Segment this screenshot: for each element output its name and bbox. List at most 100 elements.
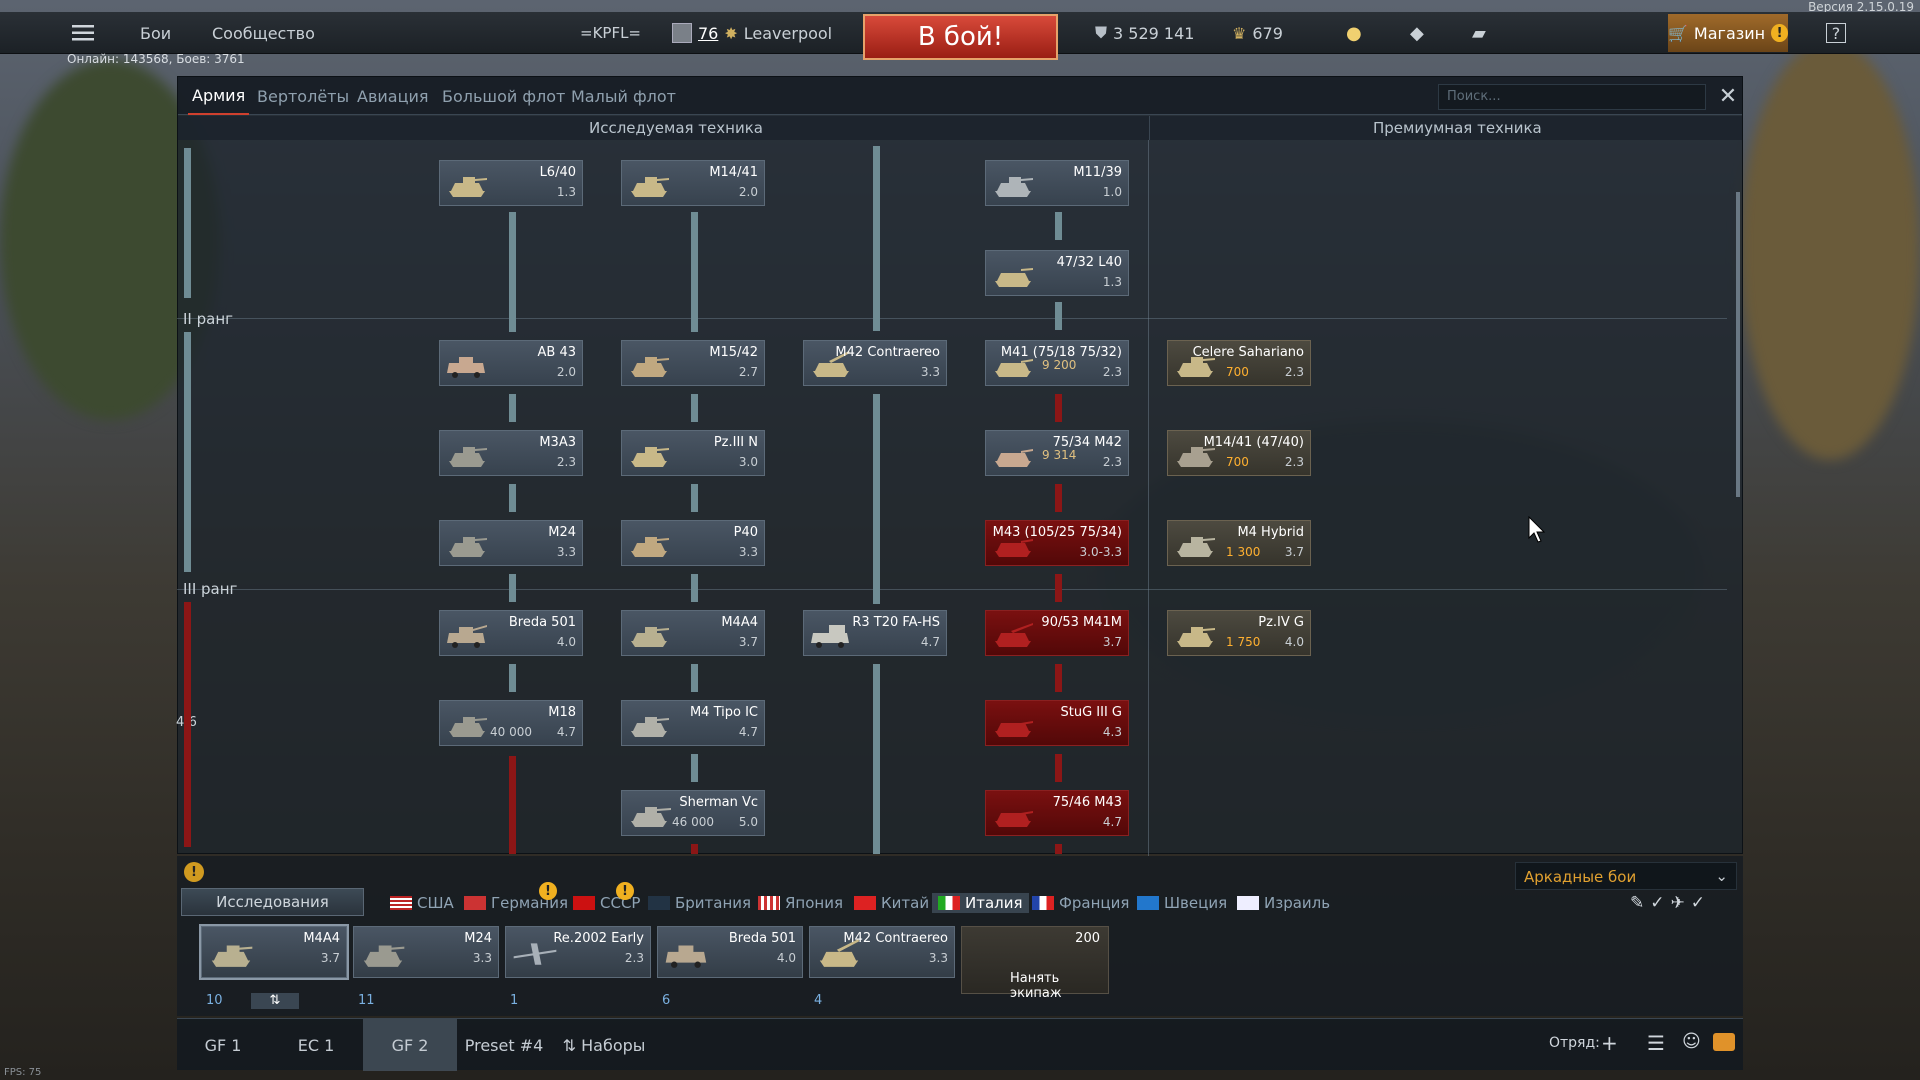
mail-icon[interactable] [1713,1033,1735,1051]
contacts-icon[interactable]: ☺ [1682,1031,1701,1052]
gold-balance[interactable]: ♛ 679 [1232,12,1283,54]
vehicle-card-m24[interactable]: M24 3.3 [439,520,583,566]
silver-balance[interactable]: ⛊ 3 529 141 [1095,12,1194,54]
contracts-icon[interactable]: ◆ [1410,12,1424,54]
vehicle-card-sherman-vc[interactable]: Sherman Vc 46 000 5.0 [621,790,765,836]
vehicle-card-m4a4[interactable]: M4A4 3.7 [621,610,765,656]
vehicle-card-m4-tipo-ic[interactable]: M4 Tipo IC 4.7 [621,700,765,746]
spg-icon [995,811,1033,827]
tab-coastal-fleet[interactable]: Малый флот [571,77,676,115]
nation-tab-britain[interactable]: Британия [648,893,751,913]
menu-battles[interactable]: Бои [140,12,171,54]
nation-tab-japan[interactable]: Япония [758,893,843,913]
online-status: Онлайн: 143568, Боев: 3761 [67,52,245,66]
rank-divider [177,589,1727,590]
menu-icon[interactable] [72,12,94,54]
tank-icon [1177,627,1215,647]
nation-tab-france[interactable]: Франция [1032,893,1129,913]
coupon-icon[interactable]: ▰ [1472,12,1486,54]
vehicle-card-47-32-l40[interactable]: 47/32 L40 1.3 [985,250,1129,296]
tab-bluewater-fleet[interactable]: Большой флот [442,77,565,115]
vehicle-card-m3a3[interactable]: M3A3 2.3 [439,430,583,476]
nation-tab-sweden[interactable]: Швеция [1137,893,1227,913]
vehicle-card-m43[interactable]: M43 (105/25 75/34) 3.0-3.3 [985,520,1129,566]
lightbulb-icon[interactable]: ● [1346,12,1362,54]
vehicle-card-breda-501[interactable]: Breda 501 4.0 [439,610,583,656]
player-profile[interactable]: 76 ✸ Leaverpool [672,12,832,54]
vehicle-card-75-34-m42[interactable]: 75/34 M42 9 314 2.3 [985,430,1129,476]
menu-community[interactable]: Сообщество [212,12,315,54]
presets-menu[interactable]: ⇅ Наборы [557,1019,651,1071]
premium-card-pz-iv-g[interactable]: Pz.IV G1 750 4.0 [1167,610,1311,656]
list-icon[interactable]: ☰ [1647,1031,1665,1055]
research-label: Исследования [216,893,329,911]
shop-button[interactable]: 🛒 Магазин! [1668,14,1788,52]
silver-lion-icon: ⛊ [1095,23,1108,42]
tab-army[interactable]: Армия [188,77,250,115]
search-input[interactable]: Поиск... [1438,84,1706,110]
nation-tab-italy[interactable]: Италия [932,893,1029,913]
vehicle-card-m15-42[interactable]: M15/42 2.7 [621,340,765,386]
armored-car-icon [447,357,485,378]
crew-slot[interactable]: M24 3.3 [353,926,499,978]
rank-progress-bar [184,332,191,572]
vehicle-card-m18[interactable]: M18 40 000 4.7 [439,700,583,746]
nation-tab-usa[interactable]: США [390,893,454,913]
china-flag-icon [854,896,876,910]
swap-icon[interactable]: ⇅ [251,993,299,1009]
preset-tab[interactable]: EC 1 [269,1019,363,1071]
tab-helicopters[interactable]: Вертолёты [257,77,349,115]
repair-settings-icons[interactable]: ✎✓✈✓ [1630,893,1711,913]
section-header: Исследуемая техника Премиумная техника [178,116,1742,140]
vehicle-card-p40[interactable]: P40 3.3 [621,520,765,566]
avatar [672,23,692,43]
vehicle-card-ab-43[interactable]: AB 43 2.0 [439,340,583,386]
hire-crew-slot[interactable]: 200 Нанять экипаж [961,926,1109,1001]
tab-aviation[interactable]: Авиация [357,77,429,115]
game-mode-select[interactable]: Аркадные бои ⌄ [1515,862,1737,890]
vehicle-card-m42-contraereo[interactable]: M42 Contraereo 3.3 [803,340,947,386]
connector [509,664,516,692]
crew-slot[interactable]: Re.2002 Early 2.3 [505,926,651,978]
vehicle-card-m14-41[interactable]: M14/41 2.0 [621,160,765,206]
to-battle-button[interactable]: В бой! [863,14,1058,60]
tank-icon [631,357,669,377]
squadron-tag[interactable]: =KPFL= [580,12,641,54]
preset-tab[interactable]: Preset #4 [457,1019,551,1071]
preset-bar: GF 1 EC 1 GF 2 Preset #4 ⇅ Наборы Отряд:… [177,1018,1743,1071]
connector [509,394,516,422]
nation-tab-china[interactable]: Китай [854,893,929,913]
crew-slot[interactable]: M42 Contraereo 3.3 [809,926,955,978]
scrollbar[interactable] [1736,192,1740,497]
golden-eagle-icon: ♛ [1232,23,1247,43]
spg-icon [995,623,1033,647]
close-icon[interactable]: ✕ [1715,83,1741,109]
vehicle-card-m41[interactable]: M41 (75/18 75/32) 9 200 2.3 [985,340,1129,386]
help-icon[interactable]: ? [1826,23,1846,43]
vehicle-type-tabs: Армия Вертолёты Авиация Большой флот Мал… [178,77,1742,115]
spg-icon [995,449,1033,467]
vehicle-card-l6-40[interactable]: L6/40 1.3 [439,160,583,206]
preset-tab[interactable]: GF 1 [177,1019,269,1071]
premium-card-m4-hybrid[interactable]: M4 Hybrid 1 300 3.7 [1167,520,1311,566]
crew-slot[interactable]: Breda 501 4.0 [657,926,803,978]
vehicle-card-stug-iii-g[interactable]: StuG III G 4.3 [985,700,1129,746]
nation-tab-israel[interactable]: Израиль [1237,893,1330,913]
vehicle-card-75-46-m43[interactable]: 75/46 M43 4.7 [985,790,1129,836]
add-squad-icon[interactable]: + [1601,1031,1618,1055]
vehicle-card-r3-t20-fa-hs[interactable]: R3 T20 FA-HS 4.7 [803,610,947,656]
premium-card-m14-41-47-40[interactable]: M14/41 (47/40) 700 2.3 [1167,430,1311,476]
plane-icon [513,943,557,965]
premium-card-celere-sahariano[interactable]: Celere Sahariano 700 2.3 [1167,340,1311,386]
vehicle-card-90-53-m41m[interactable]: 90/53 M41M 3.7 [985,610,1129,656]
rank-progress-bar [184,602,191,847]
rank-progress-bar [184,148,191,298]
alert-icon[interactable]: ! [184,862,204,882]
crew-slot[interactable]: M4A4 3.7 [199,924,349,980]
preset-tab[interactable]: GF 2 [363,1019,457,1071]
vehicle-card-m11-39[interactable]: M11/39 1.0 [985,160,1129,206]
vehicle-card-pz-iii-n[interactable]: Pz.III N 3.0 [621,430,765,476]
research-dropdown-button[interactable]: Исследования [181,888,364,916]
researched-header: Исследуемая техника [589,119,763,137]
connector [509,212,516,332]
